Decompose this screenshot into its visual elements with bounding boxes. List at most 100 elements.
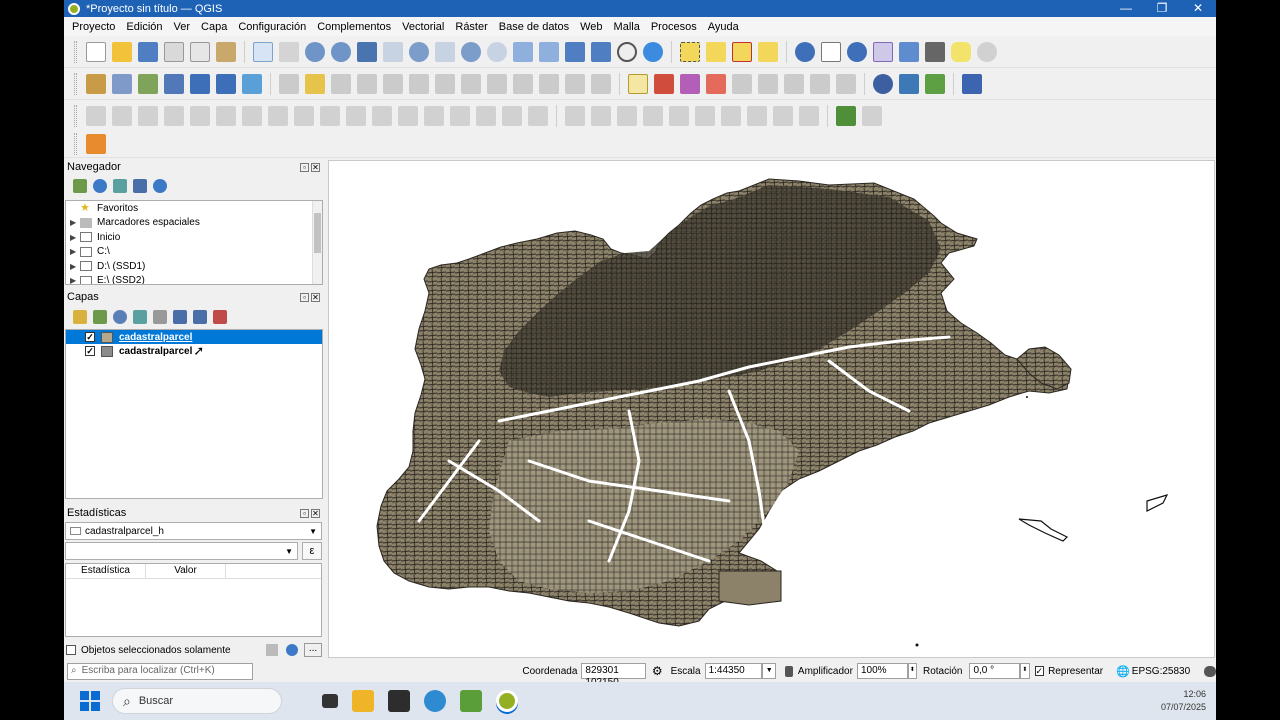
python-console-icon[interactable] xyxy=(899,73,919,94)
add-mesh-layer-icon[interactable] xyxy=(216,73,236,94)
locator-bar[interactable]: ⌕ Escriba para localizar (Ctrl+K) xyxy=(67,662,254,680)
add-ring-icon[interactable] xyxy=(164,105,184,126)
open-project-icon[interactable] xyxy=(112,41,132,62)
float-panel-button[interactable]: ▫ xyxy=(300,162,309,172)
terminal-icon[interactable] xyxy=(388,690,410,712)
magnifier-field[interactable]: 100% xyxy=(856,663,908,679)
snap-intersection-icon[interactable] xyxy=(773,105,793,126)
menu-capa[interactable]: Capa xyxy=(201,21,227,33)
select-by-location-icon[interactable] xyxy=(758,41,778,62)
reshape-features-icon[interactable] xyxy=(294,105,314,126)
crs-globe-icon[interactable]: 🌐 xyxy=(1116,665,1130,678)
coordinate-field[interactable]: 829301 102150 xyxy=(581,663,646,688)
menu-complementos[interactable]: Complementos xyxy=(317,21,391,33)
file-explorer-icon[interactable] xyxy=(352,690,374,712)
expand-arrow-icon[interactable]: ▶ xyxy=(70,262,80,271)
plugin-layers-icon[interactable] xyxy=(925,73,945,94)
close-panel-button[interactable]: ✕ xyxy=(311,162,320,172)
snapping-icon[interactable] xyxy=(695,105,715,126)
collapse-all-icon[interactable] xyxy=(193,310,207,324)
rotate-point-symbols-icon[interactable] xyxy=(450,105,470,126)
system-clock[interactable]: 12:06 07/07/2025 xyxy=(1161,688,1206,714)
expand-all-icon[interactable] xyxy=(173,310,187,324)
toolbar-grip[interactable] xyxy=(74,72,77,95)
show-bookmarks-icon[interactable] xyxy=(591,41,611,62)
expand-arrow-icon[interactable]: ▶ xyxy=(70,218,80,227)
tree-item-d[interactable]: ▶ D:\ (SSD1) xyxy=(66,259,322,274)
expression-builder-button[interactable]: ε xyxy=(302,542,322,560)
zoom-last-icon[interactable] xyxy=(461,41,481,62)
new-3d-view-icon[interactable] xyxy=(539,41,559,62)
stats-options-button[interactable]: ... xyxy=(304,643,322,657)
taskbar-search[interactable]: ⌕ Buscar xyxy=(112,688,282,714)
add-part-icon[interactable] xyxy=(190,105,210,126)
add-feature-icon[interactable] xyxy=(383,73,403,94)
menu-procesos[interactable]: Procesos xyxy=(651,21,697,33)
refresh-icon[interactable] xyxy=(643,41,663,62)
tracing-icon[interactable] xyxy=(721,105,741,126)
locator-search-icon[interactable] xyxy=(977,41,997,62)
move-label-icon[interactable] xyxy=(784,73,804,94)
tree-item-favoritos[interactable]: ★ Favoritos xyxy=(66,201,322,216)
delete-ring-icon[interactable] xyxy=(242,105,262,126)
menu-edicion[interactable]: Edición xyxy=(126,21,162,33)
notepad-app-icon[interactable] xyxy=(460,690,482,712)
scrollbar-thumb[interactable] xyxy=(314,213,321,253)
filter-legend-icon[interactable] xyxy=(133,310,147,324)
processing-toolbox-icon[interactable] xyxy=(847,41,867,62)
info-icon[interactable] xyxy=(153,179,167,193)
qgis-taskbar-icon[interactable] xyxy=(496,690,518,712)
advanced-digitizing-icon[interactable] xyxy=(86,105,106,126)
layer-symbol-swatch[interactable] xyxy=(101,331,113,343)
open-table-view-icon[interactable] xyxy=(899,41,919,62)
stats-field-select[interactable]: ▼ xyxy=(65,542,298,560)
offset-point-symbols-icon[interactable] xyxy=(476,105,496,126)
layer-symbol-swatch[interactable] xyxy=(101,345,113,357)
refresh-stats-icon[interactable] xyxy=(286,644,298,656)
minimize-button[interactable]: — xyxy=(1108,0,1144,17)
pan-to-selection-icon[interactable] xyxy=(279,41,299,62)
zoom-out-icon[interactable] xyxy=(331,41,351,62)
zoom-to-selection-icon[interactable] xyxy=(383,41,403,62)
map-canvas[interactable] xyxy=(328,160,1215,658)
menu-base-de-datos[interactable]: Base de datos xyxy=(499,21,569,33)
lock-scale-icon[interactable] xyxy=(784,665,793,677)
menu-web[interactable]: Web xyxy=(580,21,602,33)
toolbar-grip[interactable] xyxy=(74,40,77,63)
toolbar-grip[interactable] xyxy=(74,132,77,155)
open-layer-styling-icon[interactable] xyxy=(73,310,87,324)
measure-line-icon[interactable] xyxy=(925,41,945,62)
label-rule-icon[interactable] xyxy=(680,73,700,94)
temporal-controller-icon[interactable] xyxy=(617,41,637,62)
attribute-table-icon[interactable] xyxy=(821,41,841,62)
new-bookmark-icon[interactable] xyxy=(565,41,585,62)
new-geopackage-icon[interactable] xyxy=(112,73,132,94)
refresh-icon[interactable] xyxy=(93,179,107,193)
plugin-orange-tool-icon[interactable] xyxy=(86,133,106,154)
layers-tree[interactable]: ✓ cadastralparcel ✓ cadastralparcel ➚ xyxy=(65,329,323,499)
remove-layer-icon[interactable] xyxy=(213,310,227,324)
split-parts-icon[interactable] xyxy=(372,105,392,126)
fill-ring-icon[interactable] xyxy=(216,105,236,126)
plugin-tool-icon[interactable] xyxy=(836,105,856,126)
help-icon[interactable] xyxy=(962,73,982,94)
data-source-manager-icon[interactable] xyxy=(86,73,106,94)
trim-extend-icon[interactable] xyxy=(502,105,522,126)
highlight-labels-icon[interactable] xyxy=(758,73,778,94)
filter-icon[interactable] xyxy=(113,179,127,193)
delete-selected-icon[interactable] xyxy=(461,73,481,94)
scale-dropdown-arrow[interactable]: ▼ xyxy=(761,663,776,679)
tree-item-c[interactable]: ▶ C:\ xyxy=(66,245,322,260)
tree-item-marcadores[interactable]: ▶ Marcadores espaciales xyxy=(66,216,322,231)
navigator-tree[interactable]: ★ Favoritos ▶ Marcadores espaciales ▶ In… xyxy=(65,200,323,285)
add-layer-icon[interactable] xyxy=(73,179,87,193)
pin-labels-icon[interactable] xyxy=(732,73,752,94)
menu-configuracion[interactable]: Configuración xyxy=(238,21,306,33)
shape-ellipse-icon[interactable] xyxy=(617,105,637,126)
add-group-icon[interactable] xyxy=(93,310,107,324)
plugin-disabled-icon[interactable] xyxy=(862,105,882,126)
menu-vectorial[interactable]: Vectorial xyxy=(402,21,444,33)
add-raster-layer-icon[interactable] xyxy=(190,73,210,94)
close-button[interactable]: ✕ xyxy=(1180,0,1216,17)
menu-raster[interactable]: Ráster xyxy=(455,21,487,33)
